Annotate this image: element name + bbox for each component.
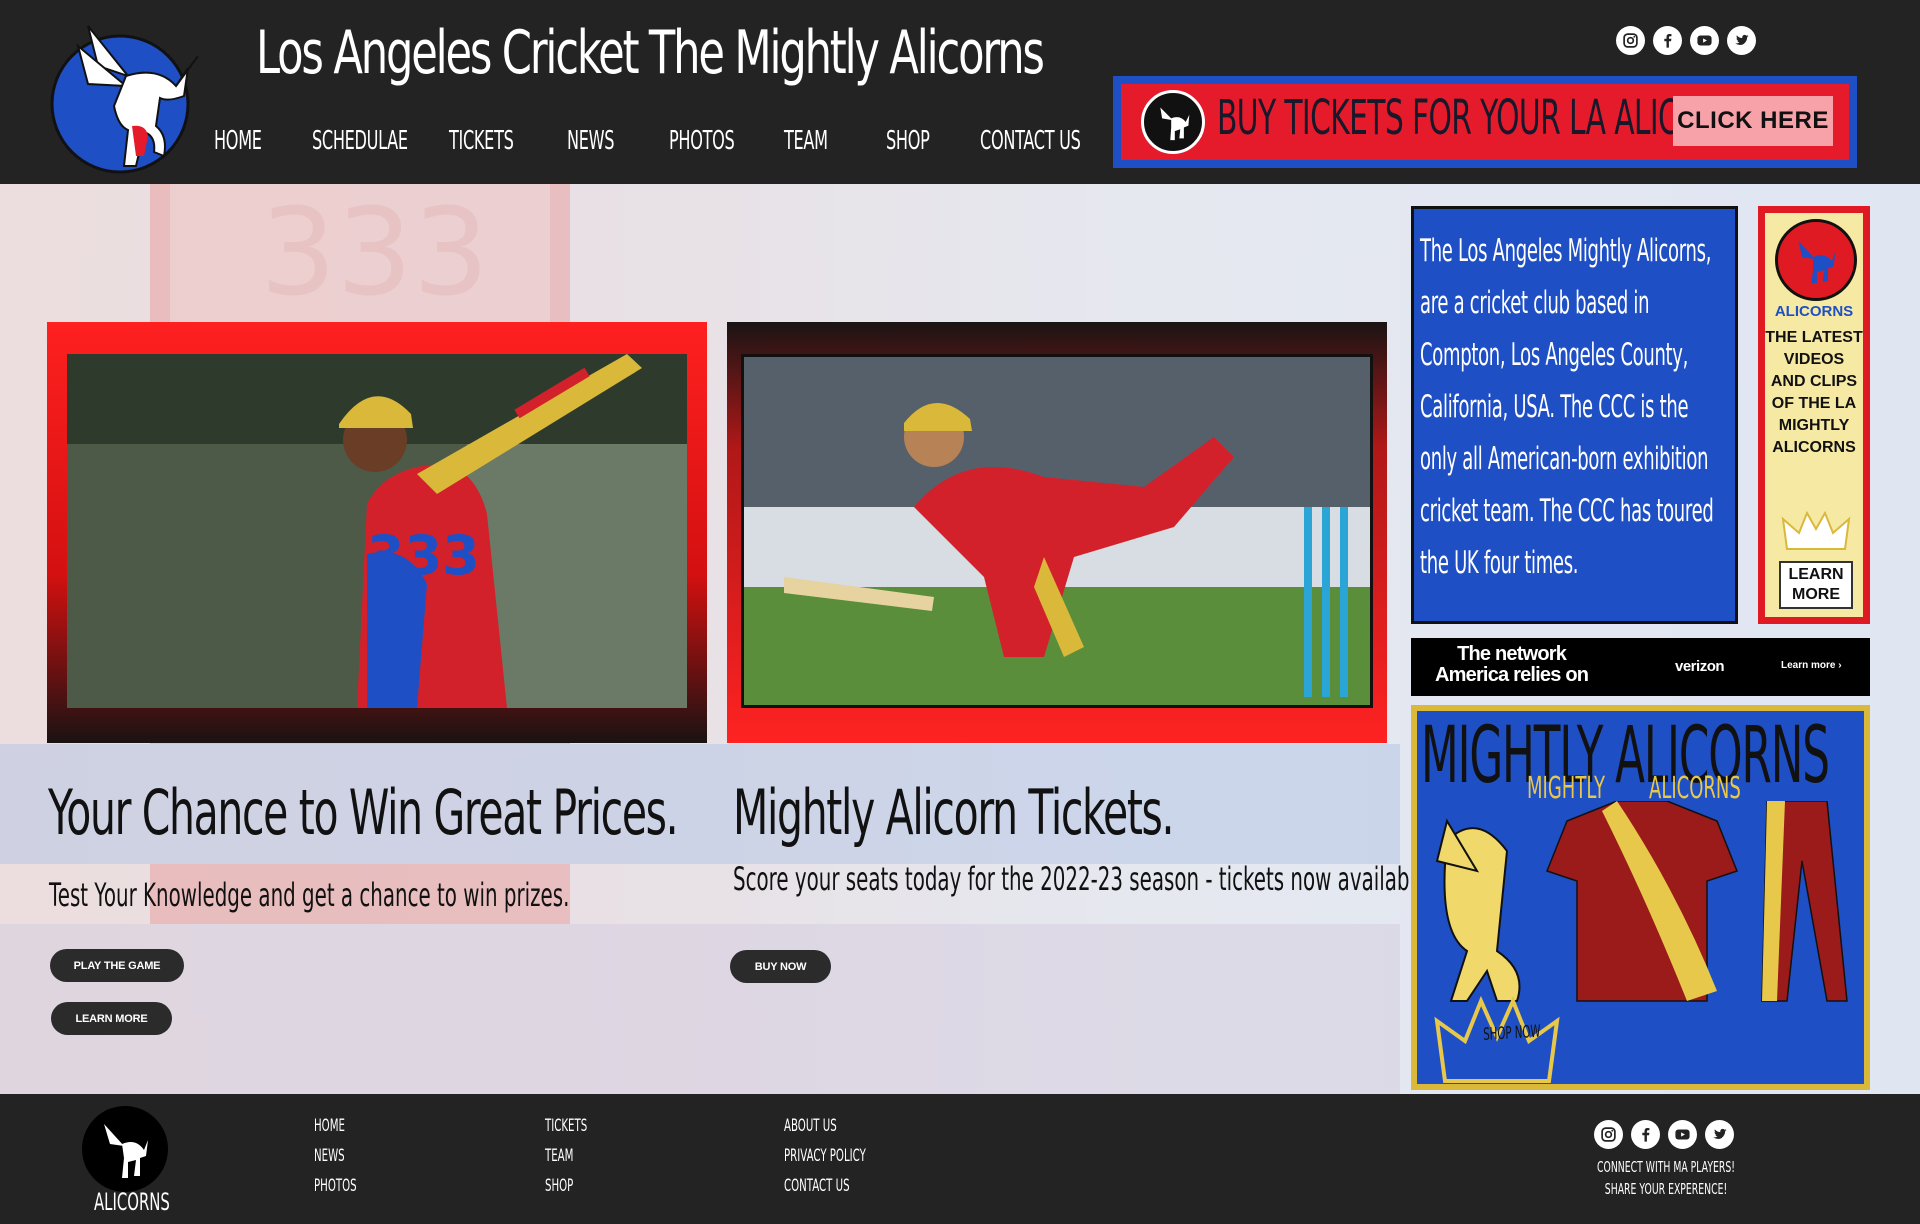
nav-photos[interactable]: PHOTOS [669, 126, 735, 156]
footer-link-team[interactable]: TEAM [545, 1146, 573, 1166]
prize-subheading: Test Your Knowledge and get a chance to … [49, 876, 570, 914]
crown-icon [1781, 510, 1851, 550]
footer-link-tickets[interactable]: TICKETS [545, 1116, 587, 1136]
svg-text:333: 333 [367, 524, 480, 587]
chevron-right-icon: › [1838, 660, 1842, 671]
nav-news[interactable]: NEWS [567, 126, 614, 156]
shop-banner-inner: MIGHTLY ALICORNS MIGHTLY ALICORNS SHOP N… [1417, 711, 1864, 1084]
verizon-ad-banner[interactable]: The network America relies on verizon Le… [1411, 638, 1870, 696]
prize-heading: Your Chance to Win Great Prices. [48, 776, 679, 849]
twitter-icon[interactable] [1705, 1120, 1734, 1149]
instagram-icon[interactable] [1616, 26, 1645, 55]
about-club-box: The Los Angeles Mightly Alicorns, are a … [1411, 206, 1738, 624]
footer-link-shop[interactable]: SHOP [545, 1176, 573, 1196]
ad-brand: verizon [1675, 658, 1725, 675]
prize-card-image-frame: 333 [47, 322, 707, 743]
alicorn-emblem-icon [1775, 219, 1857, 301]
ad-headline-line1: The network [1457, 643, 1567, 665]
nav-contact-us[interactable]: CONTACT US [980, 126, 1081, 156]
social-links-header [1616, 26, 1756, 55]
footer-tagline-connect: CONNECT WITH MA PLAYERS! [1597, 1158, 1735, 1176]
nav-tickets[interactable]: TICKETS [449, 126, 514, 156]
facebook-icon[interactable] [1631, 1120, 1660, 1149]
nav-team[interactable]: TEAM [784, 126, 828, 156]
promo-brand: ALICORNS [1774, 303, 1854, 320]
footer-tagline-share: SHARE YOUR EXPERENCE! [1604, 1180, 1728, 1198]
shop-now-label: SHOP NOW [1483, 1021, 1541, 1045]
twitter-icon[interactable] [1727, 26, 1756, 55]
tickets-heading: Mightly Alicorn Tickets. [733, 776, 1175, 849]
facebook-icon[interactable] [1653, 26, 1682, 55]
buy-tickets-banner[interactable]: BUY TICKETS FOR YOUR LA ALICORNS CLICK H… [1113, 76, 1857, 168]
footer-link-privacy-policy[interactable]: PRIVACY POLICY [784, 1146, 866, 1166]
nav-shop[interactable]: SHOP [886, 126, 930, 156]
ad-headline: The network America relies on [1435, 643, 1589, 686]
social-links-footer [1594, 1120, 1734, 1149]
site-title: Los Angeles Cricket The Mightly Alicorns [256, 18, 1045, 88]
nav-home[interactable]: HOME [214, 126, 262, 156]
videos-promo-box: ALICORNS THE LATEST VIDEOS AND CLIPS OF … [1758, 206, 1870, 624]
tickets-subheading: Score your seats today for the 2022-23 s… [733, 860, 1428, 898]
footer-link-about-us[interactable]: ABOUT US [784, 1116, 837, 1136]
shop-title: MIGHTLY ALICORNS [1421, 711, 1830, 801]
footer-alicorn-logo[interactable] [82, 1106, 168, 1192]
ad-headline-line2: America relies on [1435, 664, 1589, 686]
nav-schedule[interactable]: SCHEDULAE [312, 126, 408, 156]
shop-banner[interactable]: MIGHTLY ALICORNS MIGHTLY ALICORNS SHOP N… [1411, 705, 1870, 1090]
ticket-banner-inner: BUY TICKETS FOR YOUR LA ALICORNS CLICK H… [1121, 84, 1849, 160]
site-footer: ALICORNS HOME NEWS PHOTOS TICKETS TEAM S… [0, 1094, 1920, 1224]
alicorn-logo[interactable] [48, 6, 208, 176]
youtube-icon[interactable] [1690, 26, 1719, 55]
click-here-button[interactable]: CLICK HERE [1673, 96, 1833, 146]
diving-batsman-photo [741, 354, 1373, 708]
alicorn-badge-icon [1141, 90, 1205, 154]
instagram-icon[interactable] [1594, 1120, 1623, 1149]
site-header: Los Angeles Cricket The Mightly Alicorns… [0, 0, 1920, 184]
footer-link-photos[interactable]: PHOTOS [314, 1176, 357, 1196]
footer-link-news[interactable]: NEWS [314, 1146, 345, 1166]
play-the-game-button[interactable]: PLAY THE GAME [50, 949, 184, 982]
main-content: 333 333 Your Chance to Win Great Prices.… [0, 184, 1920, 1094]
footer-link-contact-us[interactable]: CONTACT US [784, 1176, 850, 1196]
ad-learn-more-link[interactable]: Learn more › [1781, 660, 1842, 671]
promo-learn-more-button[interactable]: LEARN MORE [1779, 561, 1853, 609]
youtube-icon[interactable] [1668, 1120, 1697, 1149]
footer-brand: ALICORNS [94, 1188, 170, 1216]
buy-now-button[interactable]: BUY NOW [730, 950, 831, 983]
batsman-photo: 333 [67, 354, 687, 708]
footer-link-home[interactable]: HOME [314, 1116, 345, 1136]
ad-cta-label: Learn more [1781, 660, 1836, 671]
learn-more-button[interactable]: LEARN MORE [51, 1002, 172, 1035]
videos-promo-inner: ALICORNS THE LATEST VIDEOS AND CLIPS OF … [1765, 213, 1863, 617]
about-club-text: The Los Angeles Mightly Alicorns, are a … [1420, 233, 1714, 581]
svg-text:333: 333 [260, 184, 489, 323]
promo-text: THE LATEST VIDEOS AND CLIPS OF THE LA MI… [1765, 329, 1863, 456]
tickets-card-image-frame [727, 322, 1387, 743]
